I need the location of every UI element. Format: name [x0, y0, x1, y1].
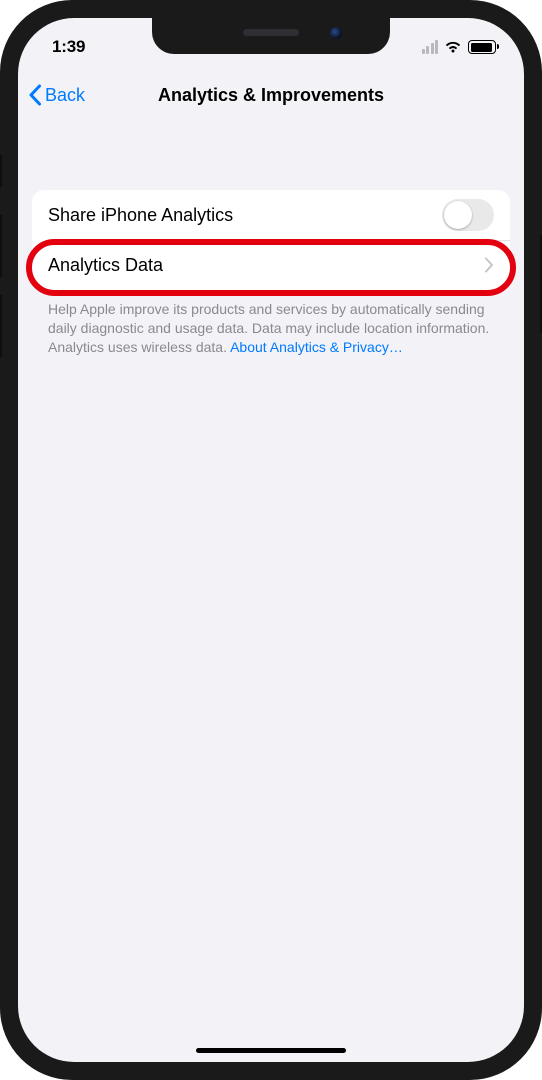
chevron-left-icon	[28, 84, 42, 106]
settings-group: Share iPhone Analytics Analytics Data	[32, 190, 510, 290]
speaker-grille	[243, 29, 299, 36]
chevron-right-icon	[484, 257, 494, 273]
content-area: Share iPhone Analytics Analytics Data He…	[18, 118, 524, 357]
status-time: 1:39	[52, 37, 85, 57]
front-camera	[330, 27, 342, 39]
screen: 1:39 Back Analytics & Improvements	[18, 18, 524, 1062]
navigation-bar: Back Analytics & Improvements	[18, 72, 524, 118]
home-indicator[interactable]	[196, 1048, 346, 1053]
share-analytics-row[interactable]: Share iPhone Analytics	[32, 190, 510, 240]
back-label: Back	[45, 85, 85, 106]
share-analytics-toggle[interactable]	[442, 199, 494, 231]
phone-frame: 1:39 Back Analytics & Improvements	[0, 0, 542, 1080]
analytics-data-label: Analytics Data	[48, 255, 163, 276]
analytics-data-row[interactable]: Analytics Data	[32, 240, 510, 290]
back-button[interactable]: Back	[28, 84, 85, 106]
volume-up-button	[0, 215, 2, 277]
battery-icon	[468, 40, 496, 54]
share-analytics-label: Share iPhone Analytics	[48, 205, 233, 226]
notch	[152, 18, 390, 54]
page-title: Analytics & Improvements	[158, 85, 384, 106]
footer-note: Help Apple improve its products and serv…	[48, 300, 494, 357]
mute-switch	[0, 155, 2, 187]
cellular-signal-icon	[422, 40, 439, 54]
about-analytics-link[interactable]: About Analytics & Privacy…	[230, 339, 403, 355]
toggle-knob	[444, 201, 472, 229]
volume-down-button	[0, 295, 2, 357]
status-icons	[422, 40, 497, 54]
wifi-icon	[444, 40, 462, 54]
